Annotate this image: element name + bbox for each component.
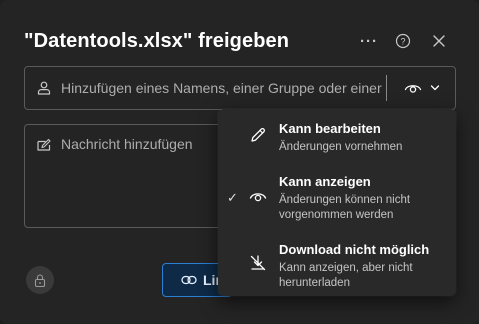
people-search-input[interactable]	[61, 67, 385, 109]
divider	[386, 75, 387, 101]
no-download-icon	[250, 255, 266, 271]
link-icon	[181, 275, 197, 285]
menu-item-can-edit[interactable]: Kann bearbeiten Änderungen vornehmen	[218, 109, 456, 161]
menu-item-title: Kann bearbeiten	[279, 121, 381, 136]
message-placeholder: Nachricht hinzufügen	[61, 136, 193, 152]
checkmark-icon: ✓	[227, 190, 238, 205]
dialog-title: "Datentools.xlsx" freigeben	[24, 30, 290, 52]
lock-icon	[34, 273, 46, 287]
permission-menu: Kann bearbeiten Änderungen vornehmen ✓ K…	[218, 109, 456, 296]
eye-icon	[249, 193, 267, 202]
more-options-icon[interactable]: ···	[358, 30, 380, 52]
close-icon-glyph	[433, 35, 445, 47]
person-icon	[37, 81, 51, 95]
chevron-down-icon	[430, 85, 440, 91]
eye-icon	[404, 85, 422, 93]
message-edit-icon	[37, 138, 51, 151]
help-mark: ?	[400, 37, 405, 47]
pencil-icon	[251, 128, 265, 142]
menu-item-description: Kann anzeigen, aber nicht herunterladen	[279, 262, 413, 289]
link-settings-button[interactable]	[26, 266, 54, 294]
menu-item-no-download[interactable]: Download nicht möglich Kann anzeigen, ab…	[218, 227, 456, 296]
help-icon-glyph: ?	[395, 33, 411, 49]
share-dialog: "Datentools.xlsx" freigeben ··· ? Hinzuf…	[0, 0, 479, 324]
menu-item-title: Kann anzeigen	[279, 174, 371, 189]
close-icon[interactable]	[428, 30, 450, 52]
menu-item-can-view[interactable]: ✓ Kann anzeigen Änderungen können nicht …	[218, 161, 456, 227]
help-icon[interactable]: ?	[392, 30, 414, 52]
menu-item-title: Download nicht möglich	[279, 242, 430, 257]
permission-dropdown[interactable]	[389, 67, 455, 109]
menu-item-description: Änderungen können nicht vorgenommen werd…	[279, 194, 411, 221]
people-search-field[interactable]	[24, 66, 456, 110]
menu-item-description: Änderungen vornehmen	[279, 141, 403, 153]
